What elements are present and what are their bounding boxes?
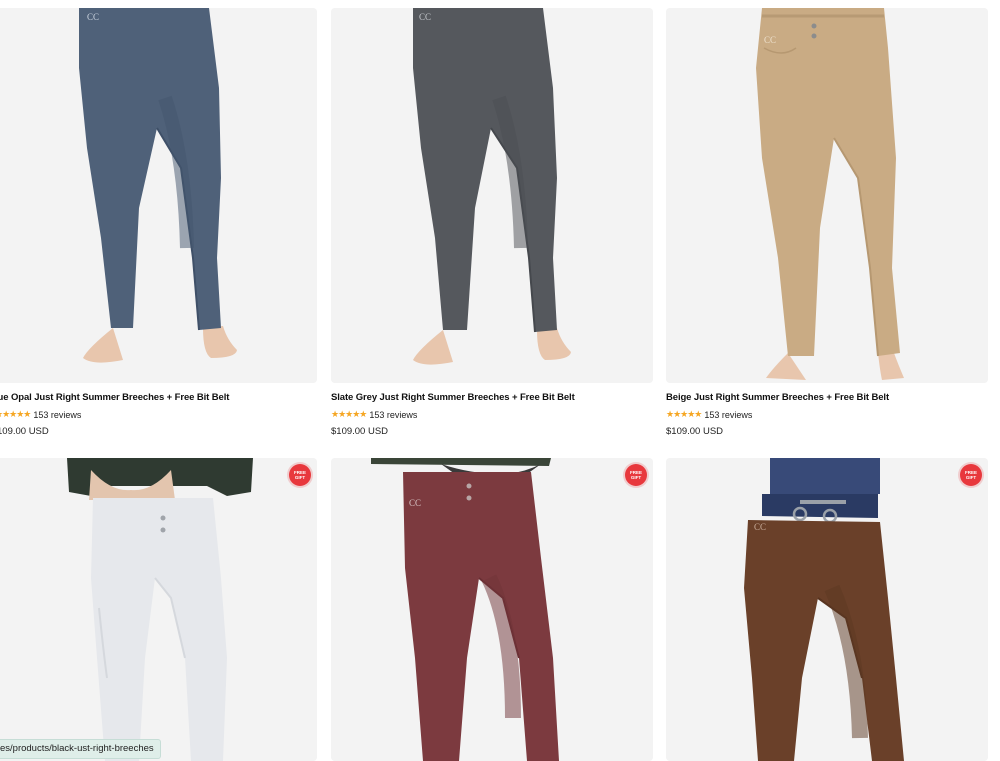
product-image[interactable]: CC bbox=[666, 8, 988, 383]
product-rating: ★★★★★ 153 reviews bbox=[666, 409, 752, 420]
svg-text:CC: CC bbox=[409, 498, 421, 508]
free-gift-badge: FREE GIFT bbox=[625, 464, 647, 486]
svg-text:CC: CC bbox=[87, 12, 99, 22]
svg-text:CC: CC bbox=[764, 35, 776, 45]
free-gift-badge: FREE GIFT bbox=[960, 464, 982, 486]
review-count: 153 reviews bbox=[33, 409, 82, 420]
star-rating-icon: ★★★★★ bbox=[0, 409, 31, 419]
product-rating: ★★★★★ 153 reviews bbox=[0, 409, 81, 420]
star-rating-icon: ★★★★★ bbox=[666, 409, 702, 419]
product-rating: ★★★★★ 153 reviews bbox=[331, 409, 417, 420]
svg-text:CC: CC bbox=[419, 12, 431, 22]
product-image[interactable]: FREE GIFT bbox=[0, 458, 317, 761]
product-price: $109.00 USD bbox=[666, 426, 724, 437]
star-rating-icon: ★★★★★ bbox=[331, 409, 367, 419]
product-title[interactable]: lue Opal Just Right Summer Breeches + Fr… bbox=[0, 392, 317, 403]
product-grid: CC lue Opal Just Right Summer Breeches +… bbox=[0, 0, 1000, 761]
review-count: 153 reviews bbox=[369, 409, 418, 420]
review-count: 153 reviews bbox=[704, 409, 753, 420]
product-image[interactable]: CC bbox=[331, 8, 653, 383]
product-title[interactable]: Slate Grey Just Right Summer Breeches + … bbox=[331, 392, 653, 403]
status-bar-url: es/products/black-ust-right-breeches bbox=[0, 739, 161, 759]
product-title[interactable]: Beige Just Right Summer Breeches + Free … bbox=[666, 392, 988, 403]
free-gift-badge: FREE GIFT bbox=[289, 464, 311, 486]
svg-text:CC: CC bbox=[754, 522, 766, 532]
product-image[interactable]: CC FREE GIFT bbox=[666, 458, 988, 761]
product-image[interactable]: CC FREE GIFT bbox=[331, 458, 653, 761]
product-price: 109.00 USD bbox=[0, 426, 49, 437]
product-price: $109.00 USD bbox=[331, 426, 389, 437]
product-image[interactable]: CC bbox=[0, 8, 317, 383]
